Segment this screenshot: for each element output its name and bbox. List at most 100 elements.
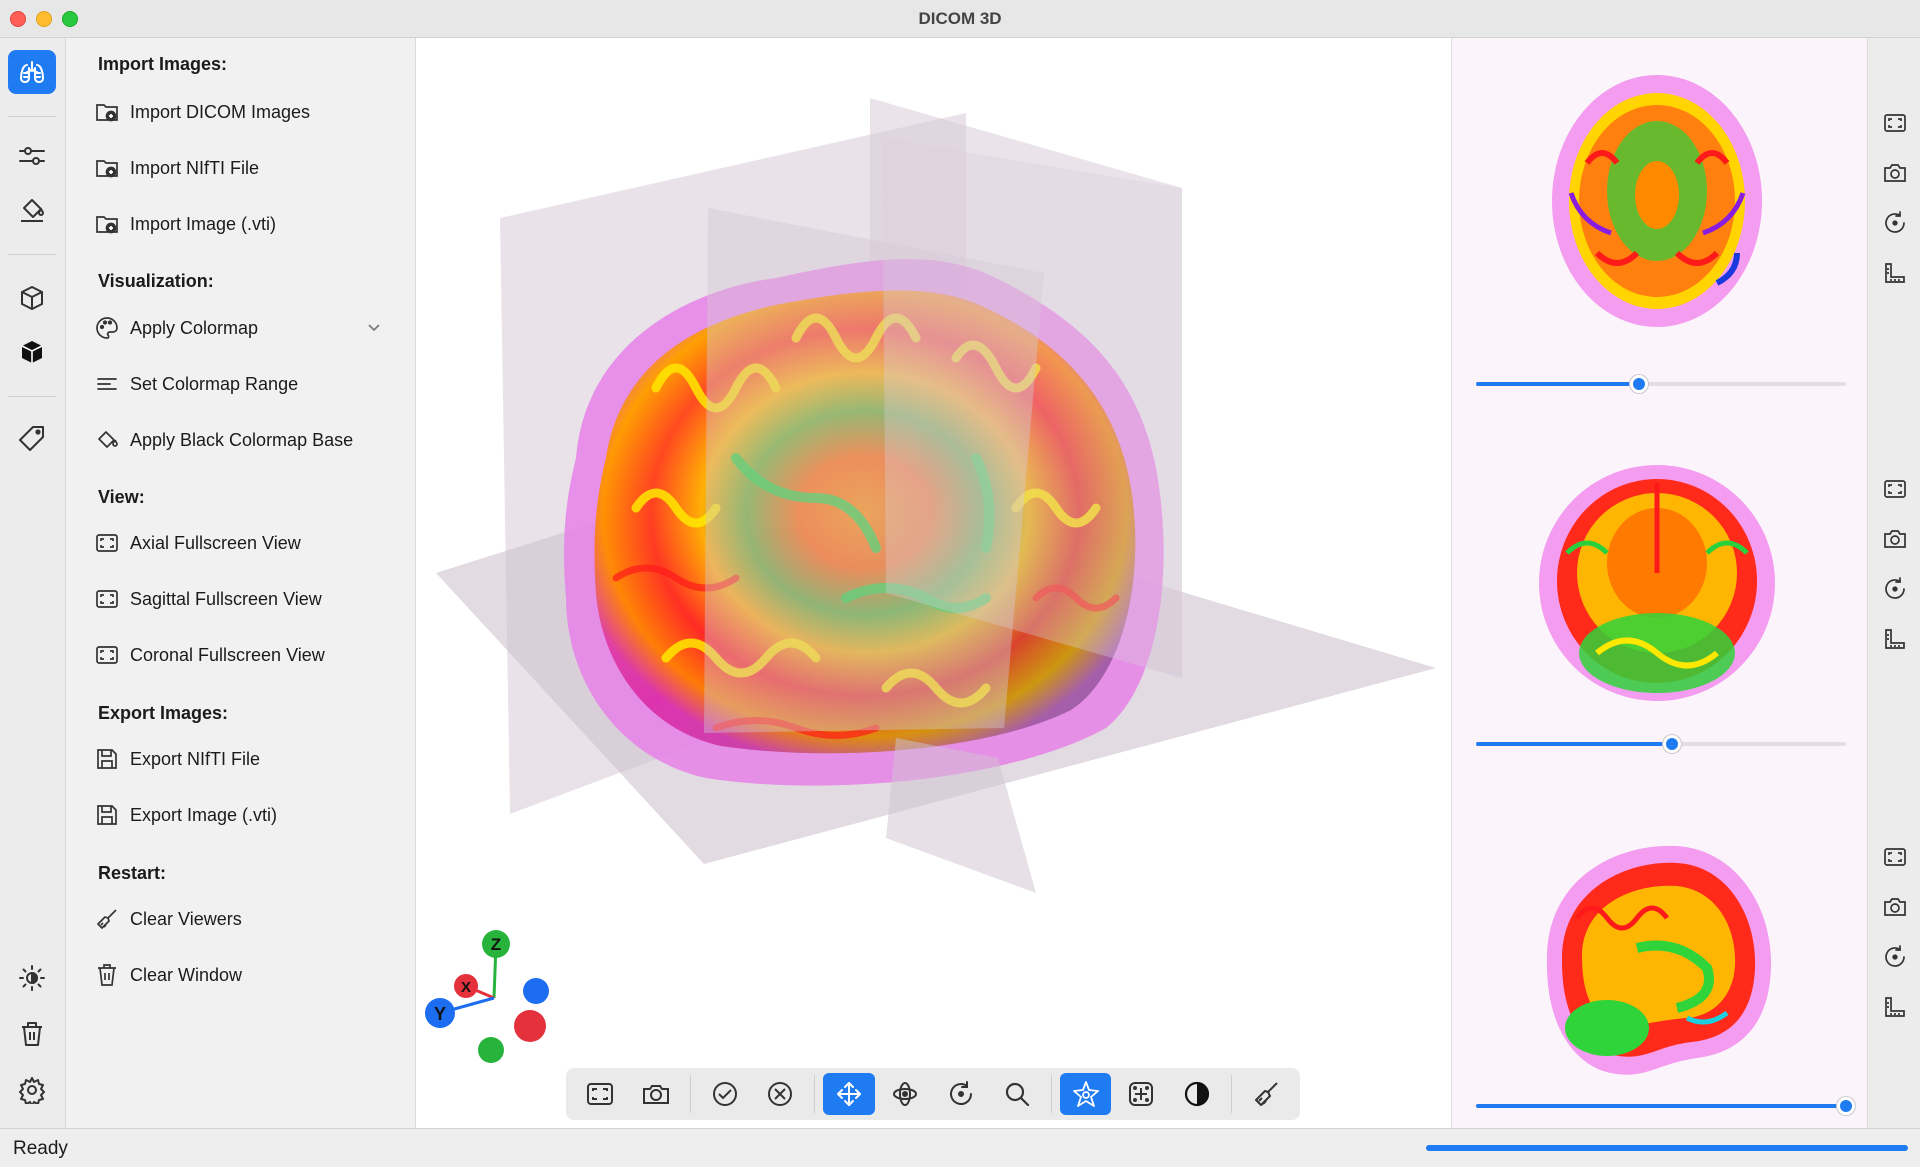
- paint-bucket-icon: [94, 428, 120, 452]
- axial-rotate-button[interactable]: [1882, 210, 1908, 236]
- rail-label-button[interactable]: [8, 416, 56, 460]
- cube-solid-icon: [21, 341, 43, 363]
- volume-3d-viewport[interactable]: Z X Y: [416, 38, 1451, 1128]
- brush-icon: [1255, 1082, 1278, 1106]
- preview-tools-rail: [1867, 38, 1920, 1128]
- import-nifti-menu-item[interactable]: Import NIfTI File: [94, 151, 394, 185]
- trash-icon: [22, 1022, 42, 1046]
- rotate-3d-tool-button[interactable]: [879, 1073, 931, 1115]
- sagittal-rotate-button[interactable]: [1882, 944, 1908, 970]
- rotate-3d-icon: [893, 1082, 918, 1106]
- status-progress-bar: [1426, 1145, 1908, 1151]
- section-visualization-heading: Visualization:: [98, 271, 214, 291]
- lungs-icon: [19, 61, 45, 84]
- folder-add-icon: [94, 156, 120, 180]
- clear-viewers-label: Clear Viewers: [130, 908, 242, 929]
- slider-knob[interactable]: [1663, 735, 1682, 753]
- orientation-marker[interactable]: Z X Y: [416, 888, 556, 1068]
- save-icon: [94, 747, 120, 771]
- export-vti-menu-item[interactable]: Export Image (.vti): [94, 798, 394, 832]
- broom-icon: [94, 907, 120, 931]
- save-icon: [94, 803, 120, 827]
- ruler-icon: [1885, 997, 1905, 1017]
- zoom-tool-button[interactable]: [991, 1073, 1043, 1115]
- rail-lungs-button[interactable]: [8, 50, 56, 94]
- import-dicom-label: Import DICOM Images: [130, 101, 311, 122]
- paint-bucket-icon: [21, 199, 44, 222]
- rotate-tool-button[interactable]: [935, 1073, 987, 1115]
- slider-knob[interactable]: [1629, 375, 1648, 393]
- ruler-icon: [1885, 629, 1905, 649]
- sagittal-measure-button[interactable]: [1882, 994, 1908, 1020]
- crosshair-tool-button[interactable]: [1059, 1073, 1112, 1115]
- rail-volume-solid-button[interactable]: [8, 330, 56, 374]
- coronal-fullscreen-menu-item[interactable]: Coronal Fullscreen View: [94, 638, 394, 672]
- volume-render[interactable]: [416, 38, 1451, 1128]
- coronal-fullscreen-button[interactable]: [1882, 476, 1908, 502]
- trash-icon: [94, 963, 120, 987]
- gear-icon: [19, 1077, 45, 1104]
- export-vti-label: Export Image (.vti): [130, 804, 278, 825]
- coronal-rotate-button[interactable]: [1882, 576, 1908, 602]
- rail-settings-button[interactable]: [8, 1068, 56, 1112]
- apply-colormap-label: Apply Colormap: [130, 317, 259, 338]
- clear-viewers-menu-item[interactable]: Clear Viewers: [94, 902, 394, 936]
- apply-colormap-menu-item[interactable]: Apply Colormap: [94, 311, 394, 345]
- apply-button[interactable]: [699, 1073, 751, 1115]
- tag-icon: [19, 426, 44, 451]
- sagittal-screenshot-button[interactable]: [1882, 894, 1908, 920]
- coronal-slice-view[interactable]: [1537, 463, 1777, 713]
- cancel-button[interactable]: [754, 1073, 806, 1115]
- axial-screenshot-button[interactable]: [1882, 160, 1908, 186]
- axial-measure-button[interactable]: [1882, 260, 1908, 286]
- coronal-screenshot-button[interactable]: [1882, 526, 1908, 552]
- x-axis-label: X: [461, 979, 471, 996]
- import-vti-menu-item[interactable]: Import Image (.vti): [94, 207, 394, 241]
- coronal-measure-button[interactable]: [1882, 626, 1908, 652]
- fullscreen-icon: [1884, 480, 1906, 498]
- coronal-slice-slider[interactable]: [1476, 734, 1846, 754]
- camera-icon: [642, 1085, 669, 1104]
- axial-fullscreen-button[interactable]: [1882, 110, 1908, 136]
- axial-slice-view[interactable]: [1547, 73, 1767, 333]
- export-nifti-menu-item[interactable]: Export NIfTI File: [94, 742, 394, 776]
- fullscreen-icon: [1884, 114, 1906, 132]
- rotate-icon: [1885, 577, 1905, 599]
- rail-fill-button[interactable]: [8, 188, 56, 232]
- rail-volume-outline-button[interactable]: [8, 276, 56, 320]
- rotate-icon: [1885, 211, 1905, 233]
- axial-fullscreen-label: Axial Fullscreen View: [130, 532, 301, 553]
- set-colormap-range-menu-item[interactable]: Set Colormap Range: [94, 367, 394, 401]
- sagittal-fullscreen-menu-item[interactable]: Sagittal Fullscreen View: [94, 582, 394, 616]
- slice-previews: [1451, 38, 1867, 1128]
- window-level-button[interactable]: [1115, 1073, 1167, 1115]
- import-dicom-menu-item[interactable]: Import DICOM Images: [94, 95, 394, 129]
- sagittal-fullscreen-button[interactable]: [1882, 844, 1908, 870]
- invert-contrast-button[interactable]: [1171, 1073, 1223, 1115]
- z-axis-label: Z: [491, 935, 501, 954]
- status-text: Ready: [13, 1138, 68, 1159]
- view-toolbar: [566, 1068, 1300, 1120]
- axial-fullscreen-menu-item[interactable]: Axial Fullscreen View: [94, 526, 394, 560]
- lines-icon: [94, 372, 120, 396]
- cube-outline-icon: [21, 286, 43, 310]
- import-nifti-label: Import NIfTI File: [130, 157, 260, 178]
- fullscreen-button[interactable]: [574, 1073, 626, 1115]
- rail-adjustments-button[interactable]: [8, 134, 56, 178]
- screenshot-button[interactable]: [630, 1073, 682, 1115]
- camera-icon: [1884, 164, 1906, 182]
- clear-tool-button[interactable]: [1240, 1073, 1292, 1115]
- fullscreen-icon: [586, 1083, 613, 1105]
- axial-slice-slider[interactable]: [1476, 374, 1846, 394]
- rail-theme-button[interactable]: [8, 956, 56, 1000]
- apply-black-colormap-base-menu-item[interactable]: Apply Black Colormap Base: [94, 423, 394, 457]
- status-bar: Ready: [0, 1128, 1920, 1167]
- rail-delete-button[interactable]: [8, 1012, 56, 1056]
- slider-knob[interactable]: [1837, 1097, 1855, 1115]
- sagittal-slice-view[interactable]: [1537, 838, 1777, 1088]
- clear-window-menu-item[interactable]: Clear Window: [94, 958, 394, 992]
- sagittal-slice-slider[interactable]: [1476, 1096, 1855, 1116]
- rotate-icon: [1885, 945, 1905, 967]
- brightness-icon: [19, 965, 45, 991]
- pan-tool-button[interactable]: [823, 1073, 876, 1115]
